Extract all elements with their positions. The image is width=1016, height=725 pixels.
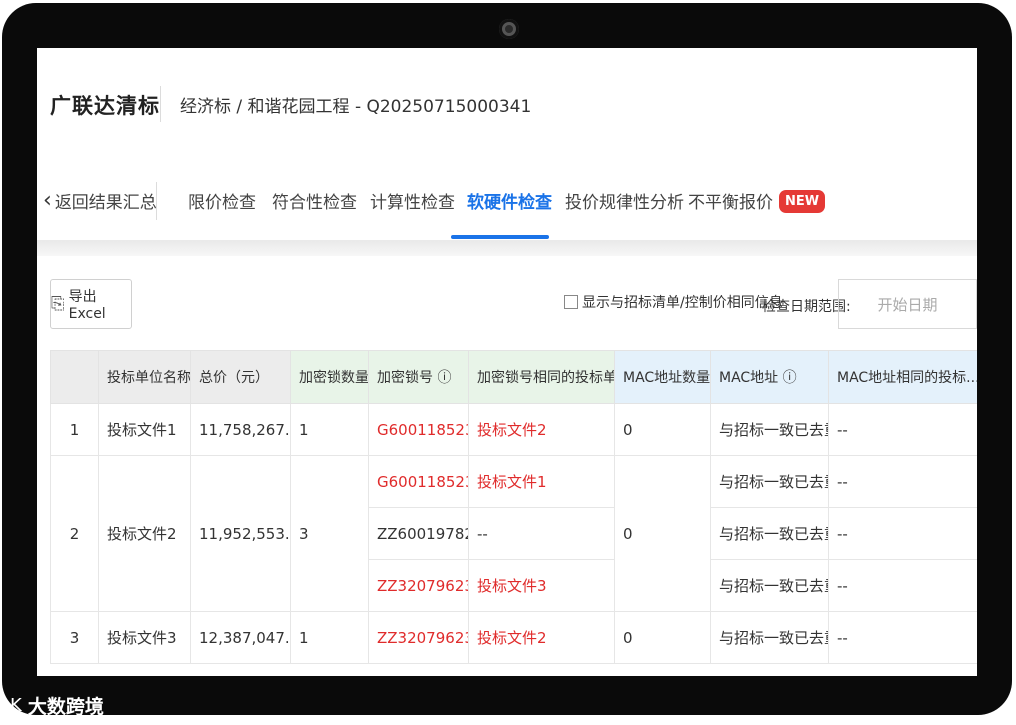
export-label: 导出Excel <box>68 289 106 322</box>
same-lock-bidder: -- <box>468 507 615 560</box>
lock-id: ZZ600197824 <box>368 507 469 560</box>
mac-count: 0 <box>614 611 711 664</box>
same-mac-bidder: -- <box>828 507 977 560</box>
same-lock-bidder-link[interactable]: 投标文件2 <box>468 403 615 456</box>
col-lock-id-header[interactable]: 加密锁号 ⓘ <box>368 350 469 404</box>
lock-count: 1 <box>290 403 369 456</box>
watermark-logo-icon: K <box>10 695 22 716</box>
camera-icon <box>499 19 519 39</box>
same-lock-bidder-link[interactable]: 投标文件3 <box>468 559 615 612</box>
row-index: 1 <box>50 403 99 456</box>
export-icon: ⎘ <box>51 294 65 314</box>
watermark: K 大数跨境 <box>10 692 104 719</box>
table-row: 1 投标文件1 11,758,267.01 1 G600118523 投标文件2… <box>50 403 977 456</box>
total-price: 12,387,047.14 <box>190 611 291 664</box>
bidder-name: 投标文件1 <box>98 403 191 456</box>
tab-calculation-check[interactable]: 计算性检查 <box>370 188 455 213</box>
show-same-info-option[interactable]: 显示与招标清单/控制价相同信息 <box>564 292 783 312</box>
mac-address: 与招标一致已去重 <box>710 507 829 560</box>
mac-address: 与招标一致已去重 <box>710 455 829 508</box>
col-bidder-name-header[interactable]: 投标单位名称 <box>98 350 191 404</box>
same-mac-bidder: -- <box>828 455 977 508</box>
new-badge: NEW <box>779 189 826 213</box>
header-divider <box>160 86 161 122</box>
back-to-summary-button[interactable]: ‹ 返回结果汇总 <box>43 188 157 213</box>
lock-id: ZZ320796231 <box>368 611 469 664</box>
lock-count: 1 <box>290 611 369 664</box>
mac-address: 与招标一致已去重 <box>710 403 829 456</box>
col-mac-address-header[interactable]: MAC地址 ⓘ <box>710 350 829 404</box>
same-mac-bidder: -- <box>828 559 977 612</box>
lock-count: 3 <box>290 455 369 612</box>
total-price: 11,758,267.01 <box>190 403 291 456</box>
breadcrumb[interactable]: 经济标 / 和谐花园工程 - Q20250715000341 <box>180 92 531 117</box>
col-index-header <box>50 350 99 404</box>
app-header: 广联达清标 经济标 / 和谐花园工程 - Q20250715000341 <box>37 48 977 157</box>
table-row: 2 投标文件2 11,952,553.24 3 G600118523 投标文件1… <box>50 455 977 612</box>
bidder-name: 投标文件3 <box>98 611 191 664</box>
lock-id: G600118523 <box>368 455 469 508</box>
tab-compliance-check[interactable]: 符合性检查 <box>272 188 357 213</box>
tab-divider <box>156 182 157 220</box>
col-mac-count-header[interactable]: MAC地址数量 <box>614 350 711 404</box>
back-label: 返回结果汇总 <box>54 193 157 213</box>
tab-hardware-software-check[interactable]: 软硬件检查 <box>467 188 552 213</box>
row-index: 3 <box>50 611 99 664</box>
start-date-input[interactable]: 开始日期 <box>838 279 977 329</box>
col-same-lock-bidder-header[interactable]: 加密锁号相同的投标单位 <box>468 350 615 404</box>
results-table: 投标单位名称 总价（元） 加密锁数量 加密锁号 ⓘ 加密锁号相同的投标单位 MA… <box>50 350 977 664</box>
lock-id: G600118523 <box>368 403 469 456</box>
same-mac-bidder: -- <box>828 403 977 456</box>
bidder-name: 投标文件2 <box>98 455 191 612</box>
tab-bar: ‹ 返回结果汇总 限价检查 符合性检查 计算性检查 软硬件检查 投价规律性分析 … <box>37 156 977 240</box>
mac-address: 与招标一致已去重 <box>710 559 829 612</box>
lock-id: ZZ320796231 <box>368 559 469 612</box>
tab-price-limit-check[interactable]: 限价检查 <box>188 188 256 213</box>
tab-bid-pattern-analysis[interactable]: 投价规律性分析 <box>565 188 684 213</box>
row-index: 2 <box>50 455 99 612</box>
same-lock-bidder-link[interactable]: 投标文件1 <box>468 455 615 508</box>
mac-address: 与招标一致已去重 <box>710 611 829 664</box>
section-separator <box>37 240 977 256</box>
mac-count: 0 <box>614 403 711 456</box>
same-mac-bidder: -- <box>828 611 977 664</box>
col-same-mac-bidder-header[interactable]: MAC地址相同的投标... <box>828 350 977 404</box>
same-lock-bidder-link[interactable]: 投标文件2 <box>468 611 615 664</box>
watermark-text: 大数跨境 <box>27 696 104 718</box>
app-screen: 广联达清标 经济标 / 和谐花园工程 - Q20250715000341 ‹ 返… <box>37 48 977 676</box>
active-tab-indicator <box>451 235 549 239</box>
show-same-info-checkbox[interactable] <box>564 295 578 309</box>
brand-logo-text: 广联达清标 <box>50 94 160 118</box>
export-excel-button[interactable]: ⎘ 导出Excel <box>50 279 132 329</box>
total-price: 11,952,553.24 <box>190 455 291 612</box>
table-row: 3 投标文件3 12,387,047.14 1 ZZ320796231 投标文件… <box>50 611 977 664</box>
col-total-price-header[interactable]: 总价（元） <box>190 350 291 404</box>
tab-unbalanced-quote[interactable]: 不平衡报价 NEW <box>688 188 826 215</box>
mac-count: 0 <box>614 455 711 612</box>
chevron-left-icon: ‹ <box>43 187 52 213</box>
show-same-info-label: 显示与招标清单/控制价相同信息 <box>582 295 783 311</box>
table-header-row: 投标单位名称 总价（元） 加密锁数量 加密锁号 ⓘ 加密锁号相同的投标单位 MA… <box>50 350 977 404</box>
tab-unbalanced-quote-label: 不平衡报价 <box>688 193 773 213</box>
col-lock-count-header[interactable]: 加密锁数量 <box>290 350 369 404</box>
toolbar: ⎘ 导出Excel 显示与招标清单/控制价相同信息 检查日期范围: 开始日期 <box>37 256 977 336</box>
